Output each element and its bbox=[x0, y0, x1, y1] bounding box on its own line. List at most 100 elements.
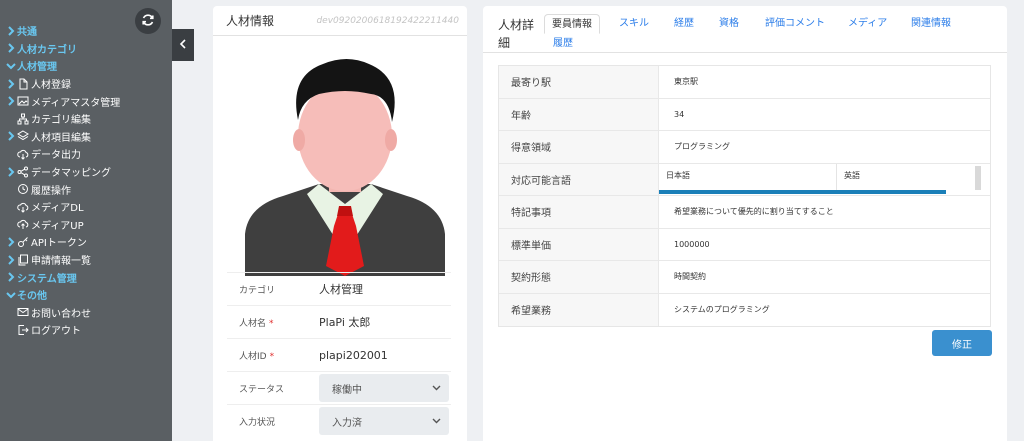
detail-tab[interactable]: スキル bbox=[619, 14, 649, 34]
chevron-down-icon bbox=[432, 416, 441, 427]
chevron-right-icon bbox=[5, 96, 17, 106]
sidebar-item-label: カテゴリ編集 bbox=[31, 115, 91, 127]
select-value: 入力済 bbox=[332, 417, 362, 429]
field-value: 人材管理 bbox=[319, 283, 363, 296]
sidebar-item[interactable]: お問い合わせ bbox=[0, 304, 172, 322]
language-vertical-scrollbar[interactable] bbox=[975, 165, 981, 190]
language-grid[interactable]: 日本語 英語 bbox=[659, 163, 981, 196]
sidebar-item-label: 共通 bbox=[17, 27, 37, 39]
field-label: ステータス bbox=[227, 382, 319, 395]
sidebar-item[interactable]: データマッピング bbox=[0, 163, 172, 181]
field-row: 人材名 * PlaPi 太郎 bbox=[227, 305, 451, 338]
detail-tab[interactable]: 経歴 bbox=[674, 14, 694, 34]
sidebar-item-label: 申請情報一覧 bbox=[31, 256, 91, 268]
detail-tab[interactable]: メディア bbox=[848, 14, 887, 34]
detail-value: 希望業務について優先的に割り当てすること bbox=[674, 207, 834, 217]
language-cell: 英語 bbox=[844, 170, 860, 180]
image-icon bbox=[17, 95, 29, 107]
sidebar-item[interactable]: 申請情報一覧 bbox=[0, 251, 172, 269]
field-row: カテゴリ 人材管理 bbox=[227, 272, 451, 305]
sidebar-item[interactable]: 人材項目編集 bbox=[0, 128, 172, 146]
detail-label: 得意領域 bbox=[499, 131, 659, 163]
clock-icon bbox=[17, 183, 29, 195]
sidebar-item[interactable]: 人材カテゴリ bbox=[0, 40, 172, 58]
sidebar-item[interactable]: 人材登録 bbox=[0, 75, 172, 93]
detail-tab[interactable]: 資格 bbox=[719, 14, 739, 34]
status-select[interactable]: 稼働中 bbox=[319, 374, 449, 402]
select-value: 稼働中 bbox=[332, 384, 362, 396]
chevron-right-icon bbox=[5, 254, 17, 265]
sidebar-item[interactable]: 履歴操作 bbox=[0, 180, 172, 198]
sidebar-item[interactable]: その他 bbox=[0, 286, 172, 304]
sidebar-item[interactable]: カテゴリ編集 bbox=[0, 110, 172, 128]
sidebar-item-label: 履歴操作 bbox=[31, 185, 71, 197]
sidebar-item[interactable]: メディアマスタ管理 bbox=[0, 92, 172, 110]
chevron-right-icon bbox=[5, 166, 17, 177]
sidebar-item[interactable]: 共通 bbox=[0, 22, 172, 40]
field-label: カテゴリ bbox=[227, 283, 319, 296]
detail-label: 年齢 bbox=[499, 98, 659, 130]
edit-button[interactable]: 修正 bbox=[932, 330, 992, 356]
logout-icon bbox=[17, 324, 29, 336]
sidebar-item-label: 人材管理 bbox=[17, 62, 57, 74]
detail-value: プログラミング bbox=[674, 142, 730, 152]
detail-tab[interactable]: 履歴 bbox=[553, 34, 573, 54]
field-label-text: 人材ID bbox=[239, 351, 267, 362]
sidebar-item-label: APIトークン bbox=[31, 238, 87, 250]
detail-label: 希望業務 bbox=[499, 293, 659, 326]
sidebar: 共通 人材カテゴリ 人材管理 人材登録 メディアマスタ管理 カテゴリ編集 人材項目編集 データ… bbox=[0, 0, 172, 441]
chevron-right-icon bbox=[5, 272, 17, 282]
sidebar-item-label: その他 bbox=[17, 291, 47, 303]
sidebar-item[interactable]: データ出力 bbox=[0, 145, 172, 163]
talent-info-card: 人材情報 dev0920200618192422211440 カテゴリ 人材管理人… bbox=[213, 6, 467, 441]
field-label-text: 人材名 bbox=[239, 318, 267, 329]
file-icon bbox=[17, 78, 29, 90]
chevron-down-icon bbox=[432, 383, 441, 394]
detail-tab[interactable]: 評価コメント bbox=[765, 14, 825, 34]
chevron-right-icon bbox=[5, 26, 17, 36]
mail-icon bbox=[17, 306, 29, 318]
language-scrollbar[interactable] bbox=[659, 189, 946, 194]
sidebar-item[interactable]: メディアUP bbox=[0, 216, 172, 234]
language-grid-divider bbox=[836, 163, 837, 191]
chevron-left-icon bbox=[179, 38, 187, 52]
sidebar-item-label: データマッピング bbox=[31, 168, 111, 180]
copy-icon bbox=[17, 254, 29, 266]
field-row: ステータス 稼働中 bbox=[227, 371, 451, 404]
detail-value: 34 bbox=[674, 109, 685, 119]
sidebar-item-label: メディアマスタ管理 bbox=[31, 97, 121, 109]
cloud-download-icon bbox=[17, 201, 29, 213]
detail-value: 東京駅 bbox=[674, 77, 698, 87]
sidebar-item[interactable]: システム管理 bbox=[0, 268, 172, 286]
field-label-text: カテゴリ bbox=[239, 285, 276, 296]
chevron-right-icon bbox=[5, 43, 17, 54]
field-value: PlaPi 太郎 bbox=[319, 316, 371, 329]
talent-info-title: 人材情報 bbox=[226, 14, 275, 28]
required-mark: * bbox=[269, 351, 275, 362]
sidebar-item-label: ログアウト bbox=[31, 326, 81, 338]
detail-tab[interactable]: 関連情報 bbox=[911, 14, 951, 34]
detail-row: 最寄り駅 東京駅 bbox=[499, 66, 990, 99]
cloud-download-icon bbox=[17, 148, 29, 160]
detail-label: 契約形態 bbox=[499, 261, 659, 293]
talent-info-header: 人材情報 dev0920200618192422211440 bbox=[213, 6, 467, 36]
record-id: dev0920200618192422211440 bbox=[316, 15, 459, 26]
status-select[interactable]: 入力済 bbox=[319, 407, 449, 435]
sidebar-item[interactable]: 人材管理 bbox=[0, 57, 172, 75]
detail-tab[interactable]: 要員情報 bbox=[544, 14, 600, 34]
sidebar-item[interactable]: メディアDL bbox=[0, 198, 172, 216]
sidebar-item[interactable]: ログアウト bbox=[0, 321, 172, 339]
sidebar-item-label: 人材登録 bbox=[31, 80, 71, 92]
avatar[interactable] bbox=[243, 56, 447, 276]
sidebar-collapse-button[interactable] bbox=[172, 29, 194, 61]
chevron-down-icon bbox=[5, 291, 17, 299]
detail-value: システムのプログラミング bbox=[674, 305, 770, 315]
sidebar-item[interactable]: APIトークン bbox=[0, 233, 172, 251]
detail-row: 対応可能言語 日本語 英語 bbox=[499, 163, 990, 196]
field-label-text: ステータス bbox=[239, 384, 285, 395]
sidebar-item-label: システム管理 bbox=[17, 273, 77, 285]
talent-detail-title: 人材詳細 bbox=[498, 18, 535, 50]
detail-label: 特記事項 bbox=[499, 196, 659, 228]
detail-label: 対応可能言語 bbox=[499, 163, 659, 195]
field-row: 人材ID * plapi202001 bbox=[227, 338, 451, 371]
